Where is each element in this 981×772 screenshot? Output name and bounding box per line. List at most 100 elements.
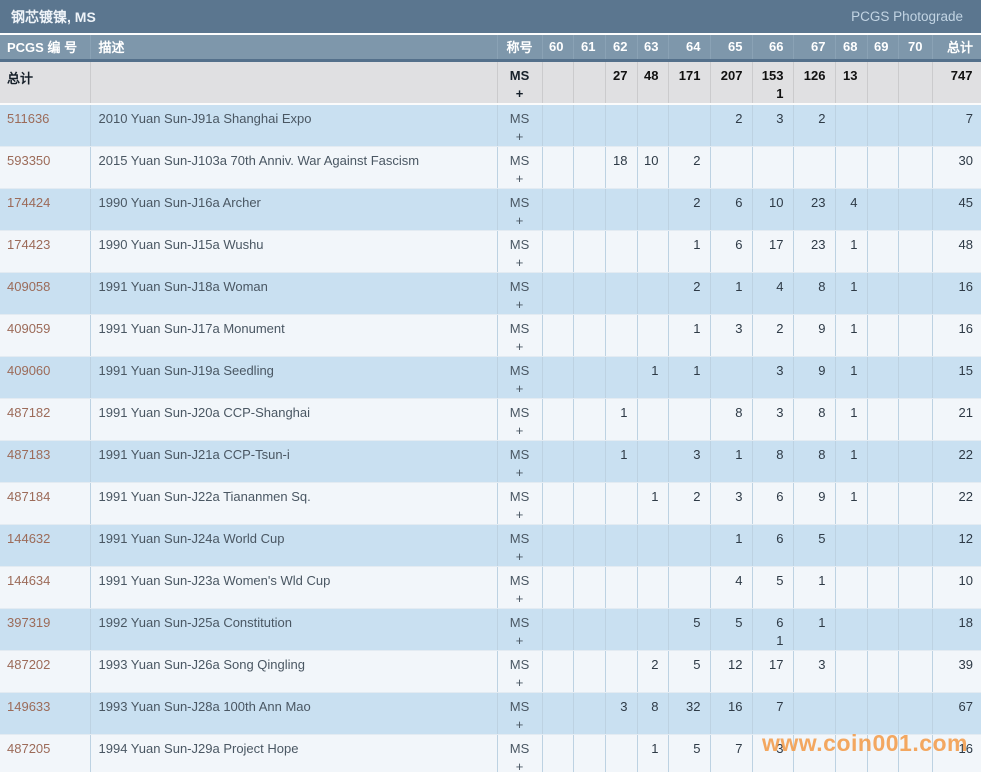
- cell-value: [901, 85, 923, 102]
- description-text: 2015 Yuan Sun-J103a 70th Anniv. War Agai…: [98, 152, 420, 168]
- cell-value: 1: [850, 278, 858, 294]
- cell-value: [796, 128, 826, 146]
- cell-value: MS: [509, 740, 530, 756]
- pcgs-id-link[interactable]: 593350: [7, 153, 50, 168]
- grade-cell-64: 5: [668, 608, 711, 651]
- cell-value: [901, 464, 923, 482]
- cell-value: 48: [958, 236, 973, 252]
- cell-value: 10: [958, 572, 973, 588]
- cell-value: [545, 278, 564, 296]
- cell-value: [640, 338, 659, 356]
- table-row: 409059 1991 Yuan Sun-J17a Monument MS +1 3 2 9…: [0, 314, 981, 357]
- cell-value: 2: [693, 194, 701, 210]
- description-cell: 2015 Yuan Sun-J103a 70th Anniv. War Agai…: [90, 146, 498, 189]
- cell-value: [545, 758, 564, 772]
- cell-value: 1: [735, 278, 743, 294]
- cell-value: [608, 488, 628, 506]
- pcgs-id-link[interactable]: 487182: [7, 405, 50, 420]
- pcgs-id-link[interactable]: 409060: [7, 363, 50, 378]
- col-grade-68: 68: [835, 35, 868, 62]
- pcgs-id-link[interactable]: 409059: [7, 321, 50, 336]
- cell-value: [796, 380, 826, 398]
- grade-cell-69: [867, 314, 899, 357]
- cell-value: 7: [776, 698, 784, 714]
- pcgs-id-link[interactable]: 144632: [7, 531, 50, 546]
- grade-cell-63: 10: [637, 146, 669, 189]
- grade-cell-64: 1: [668, 314, 711, 357]
- cell-value: MS: [509, 572, 530, 588]
- cell-value: [576, 278, 596, 296]
- grade-cell-61: [573, 566, 606, 609]
- cell-value: 4: [776, 278, 784, 294]
- cell-value: +: [515, 758, 524, 772]
- cell-value: 16: [728, 698, 743, 714]
- pcgs-id-link[interactable]: 511636: [7, 111, 49, 126]
- cell-value: [545, 632, 564, 650]
- pcgs-id-link[interactable]: 174424: [7, 195, 50, 210]
- grade-cell-63: 1: [637, 482, 669, 525]
- grade-cell-63: [637, 230, 669, 273]
- col-designation: 称号: [497, 35, 543, 62]
- cell-value: MS: [509, 110, 530, 126]
- cell-value: MS: [509, 656, 530, 672]
- cell-value: [870, 572, 889, 590]
- grade-cell-64: 2: [668, 188, 711, 231]
- pcgs-id-link[interactable]: 144634: [7, 573, 50, 588]
- cell-value: [870, 422, 889, 440]
- cell-value: [870, 152, 889, 170]
- pcgs-id-link[interactable]: 487183: [7, 447, 50, 462]
- cell-value: 1: [818, 614, 826, 630]
- grade-cell-70: [898, 482, 933, 525]
- cell-value: [901, 67, 923, 85]
- pcgs-id-link[interactable]: 487184: [7, 489, 50, 504]
- grade-cell-66: 17: [752, 230, 794, 273]
- cell-value: [640, 296, 659, 314]
- cell-value: [640, 380, 659, 398]
- cell-value: [838, 548, 858, 566]
- pcgs-photograde-link[interactable]: PCGS Photograde: [851, 9, 963, 24]
- table-header-row: PCGS 编 号 描述 称号 60 61 62 63 64 65 66 67 68 69 70 总计: [0, 35, 981, 62]
- cell-value: [671, 254, 701, 272]
- pcgs-id-link[interactable]: 149633: [7, 699, 50, 714]
- cell-value: [545, 674, 564, 692]
- totals-row: 总计 MS +27 48 171 207 153 1 126 13 747: [0, 60, 981, 105]
- grade-cell-65: 6: [710, 230, 753, 273]
- pcgs-id-link[interactable]: 487205: [7, 741, 50, 756]
- pcgs-id-link[interactable]: 397319: [7, 615, 50, 630]
- row-total-cell: 30: [932, 146, 981, 189]
- cell-value: [576, 380, 596, 398]
- description-cell: 1991 Yuan Sun-J23a Women's Wld Cup: [90, 566, 498, 609]
- row-total-cell: 18: [932, 608, 981, 651]
- pcgs-id-link[interactable]: 174423: [7, 237, 50, 252]
- pcgs-id-link[interactable]: 487202: [7, 657, 50, 672]
- grade-cell-69: [867, 692, 899, 735]
- cell-value: 3: [735, 488, 743, 504]
- cell-value: 9: [818, 362, 826, 378]
- grade-cell-68: [835, 692, 868, 735]
- cell-value: [796, 506, 826, 524]
- col-grade-67: 67: [793, 35, 836, 62]
- grade-cell-67: 8: [793, 272, 836, 315]
- cell-value: [545, 236, 564, 254]
- cell-value: [901, 422, 923, 440]
- table-row: 409058 1991 Yuan Sun-J18a Woman MS +2 1 4 8 1 16: [0, 272, 981, 315]
- grade-cell-63: [637, 608, 669, 651]
- cell-value: [640, 590, 659, 608]
- cell-value: [796, 740, 826, 758]
- cell-value: [901, 296, 923, 314]
- cell-value: 1: [850, 404, 858, 420]
- cell-value: [640, 404, 659, 422]
- cell-value: 747: [950, 67, 973, 83]
- cell-value: [901, 590, 923, 608]
- cell-value: [838, 590, 858, 608]
- grade-cell-68: [835, 103, 868, 147]
- grade-cell-63: 1: [637, 734, 669, 772]
- pcgs-id-link[interactable]: 409058: [7, 279, 50, 294]
- cell-value: 3: [776, 404, 784, 420]
- grade-cell-65: 2: [710, 103, 753, 147]
- cell-value: [870, 548, 889, 566]
- pcgs-id-cell: 174424: [0, 188, 91, 231]
- cell-value: [901, 338, 923, 356]
- grade-cell-65: 5: [710, 608, 753, 651]
- table-row: 144632 1991 Yuan Sun-J24a World Cup MS +1 6 5…: [0, 524, 981, 567]
